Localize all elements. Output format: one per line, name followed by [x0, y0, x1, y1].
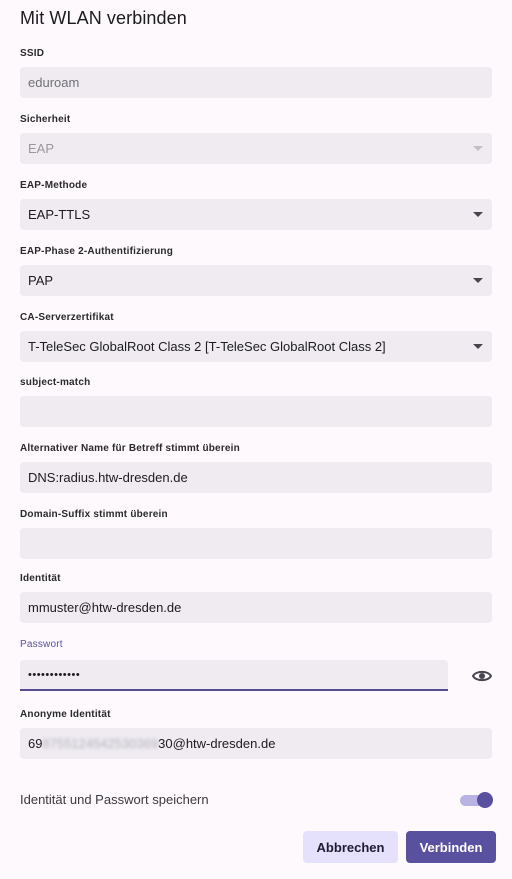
eye-icon[interactable]	[472, 668, 492, 684]
toggle-thumb	[477, 792, 493, 808]
anon-identity-label: Anonyme Identität	[20, 709, 111, 720]
anon-identity-redacted: 8755124542530369	[42, 736, 159, 751]
phase2-label: EAP-Phase 2-Authentifizierung	[20, 246, 174, 257]
subject-match-label: subject-match	[20, 377, 91, 388]
alt-name-field[interactable]: DNS:radius.htw-dresden.de	[20, 462, 492, 493]
cancel-button[interactable]: Abbrechen	[303, 831, 398, 863]
alt-name-label: Alternativer Name für Betreff stimmt übe…	[20, 443, 240, 454]
phase2-value: PAP	[28, 273, 54, 288]
ca-cert-label: CA-Serverzertifikat	[20, 312, 114, 323]
chevron-down-icon	[473, 278, 483, 283]
chevron-down-icon	[473, 212, 483, 217]
save-credentials-label: Identität und Passwort speichern	[20, 792, 209, 807]
ca-cert-select[interactable]: T-TeleSec GlobalRoot Class 2 [T-TeleSec …	[20, 331, 492, 362]
domain-suffix-field[interactable]	[20, 528, 492, 559]
chevron-down-icon	[473, 146, 483, 151]
identity-value: mmuster@htw-dresden.de	[28, 600, 182, 615]
identity-field[interactable]: mmuster@htw-dresden.de	[20, 592, 492, 623]
password-value: ••••••••••••	[28, 668, 81, 681]
domain-suffix-label: Domain-Suffix stimmt überein	[20, 509, 168, 520]
save-credentials-toggle[interactable]	[460, 792, 493, 808]
ssid-field[interactable]: eduroam	[20, 67, 492, 98]
ca-cert-value: T-TeleSec GlobalRoot Class 2 [T-TeleSec …	[28, 339, 386, 354]
ssid-label: SSID	[20, 48, 45, 59]
anon-identity-prefix: 69	[28, 736, 43, 751]
ssid-value: eduroam	[28, 75, 80, 90]
anon-identity-value: 69875512454253036930@htw-dresden.de	[28, 736, 483, 751]
anon-identity-suffix: 30@htw-dresden.de	[158, 736, 276, 751]
eap-method-select[interactable]: EAP-TTLS	[20, 199, 492, 230]
security-select: EAP	[20, 133, 492, 164]
dialog-title: Mit WLAN verbinden	[20, 8, 187, 28]
chevron-down-icon	[473, 344, 483, 349]
wifi-connect-dialog: Mit WLAN verbinden SSID eduroam Sicherhe…	[0, 0, 512, 879]
connect-button[interactable]: Verbinden	[406, 831, 496, 863]
security-value: EAP	[28, 141, 55, 156]
subject-match-field[interactable]	[20, 396, 492, 427]
password-label: Passwort	[20, 639, 63, 650]
security-label: Sicherheit	[20, 114, 71, 125]
phase2-select[interactable]: PAP	[20, 265, 492, 296]
identity-label: Identität	[20, 573, 61, 584]
alt-name-value: DNS:radius.htw-dresden.de	[28, 470, 188, 485]
anon-identity-field[interactable]: 69875512454253036930@htw-dresden.de	[20, 728, 492, 759]
eap-method-value: EAP-TTLS	[28, 207, 91, 222]
eap-method-label: EAP-Methode	[20, 180, 88, 191]
password-field[interactable]: ••••••••••••	[20, 660, 448, 691]
